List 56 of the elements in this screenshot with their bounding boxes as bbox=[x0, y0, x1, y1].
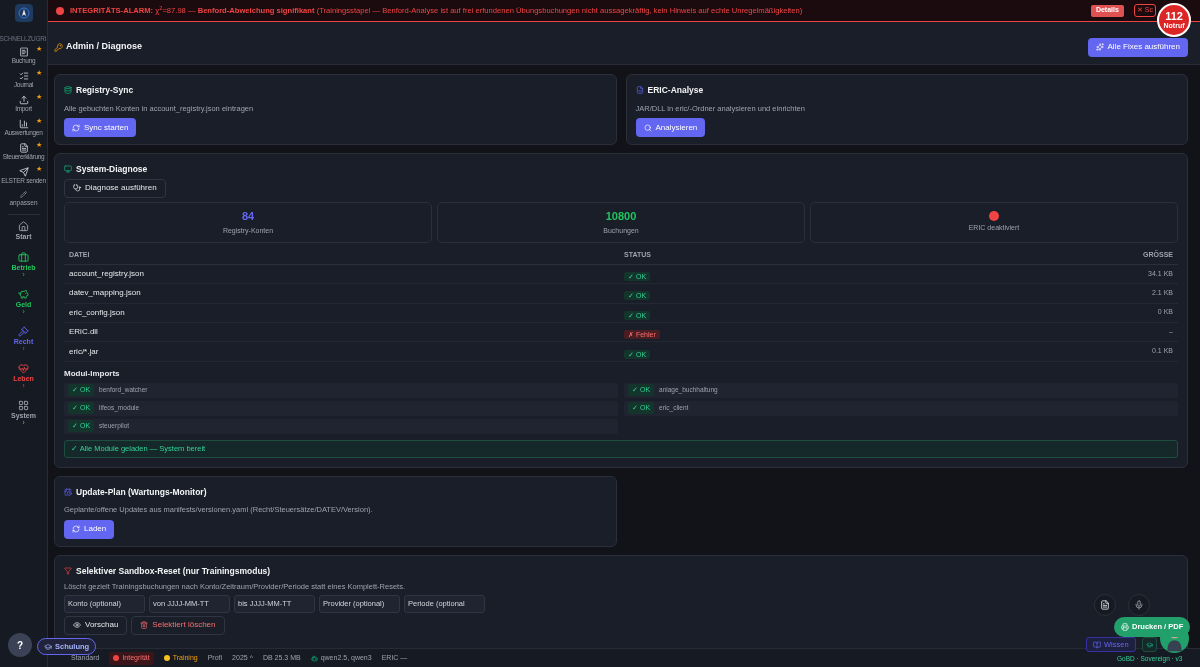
trash-icon bbox=[140, 621, 149, 630]
home-icon[interactable] bbox=[18, 220, 29, 232]
robot-icon bbox=[310, 654, 318, 662]
diagnose-button[interactable]: Diagnose ausführen bbox=[64, 178, 166, 198]
stat-value: 10800 bbox=[605, 208, 637, 224]
upload-icon[interactable] bbox=[18, 94, 29, 105]
book-icon bbox=[1093, 640, 1101, 649]
calendar-icon bbox=[64, 488, 72, 497]
card-title: Update-Plan (Wartungs-Monitor) bbox=[76, 485, 207, 499]
microphone-icon bbox=[1134, 600, 1144, 610]
section-title: Modul-Imports bbox=[64, 367, 121, 380]
key-icon bbox=[54, 42, 63, 52]
table-cell-text: account_registry.json bbox=[69, 267, 145, 280]
heart-icon[interactable] bbox=[18, 362, 29, 374]
sparkle-icon bbox=[1095, 43, 1104, 51]
document-icon bbox=[1100, 600, 1110, 610]
card-title: System-Diagnose bbox=[76, 163, 148, 176]
eye-icon bbox=[73, 621, 81, 630]
receipt-icon[interactable] bbox=[18, 46, 29, 57]
document-icon[interactable] bbox=[18, 142, 29, 153]
monitor-icon bbox=[64, 165, 72, 174]
search-icon bbox=[643, 123, 652, 132]
card-title: ERIC-Analyse bbox=[647, 84, 704, 97]
delete-button[interactable]: Selektiert löschen bbox=[131, 615, 225, 635]
checklist-icon[interactable] bbox=[18, 70, 29, 81]
printer-icon bbox=[1121, 623, 1129, 631]
piggy-bank-icon[interactable] bbox=[18, 288, 29, 300]
database-icon bbox=[64, 86, 72, 95]
tutor-button[interactable] bbox=[1142, 637, 1157, 652]
refresh-icon bbox=[72, 123, 80, 132]
briefcase-icon[interactable] bbox=[18, 251, 29, 263]
file-icon bbox=[635, 86, 644, 95]
bar-chart-icon[interactable] bbox=[18, 118, 29, 129]
table-cell-text: eric_config.json bbox=[69, 306, 126, 319]
stat-value: 84 bbox=[241, 208, 255, 224]
filter-icon bbox=[64, 567, 72, 576]
gavel-icon[interactable] bbox=[18, 325, 29, 337]
table-cell-text: ERiC.dll bbox=[69, 326, 99, 339]
graduation-cap-icon bbox=[1146, 640, 1153, 649]
grid-icon[interactable] bbox=[18, 399, 29, 411]
preview-button[interactable]: Vorschau bbox=[64, 615, 128, 635]
refresh-icon bbox=[72, 525, 80, 534]
run-all-button[interactable]: Alle Fixes ausführen bbox=[1087, 37, 1188, 57]
table-cell-text: eric/*.jar bbox=[69, 345, 100, 358]
logo-icon bbox=[14, 4, 33, 22]
graduation-cap-icon bbox=[44, 642, 52, 651]
send-icon[interactable] bbox=[18, 166, 29, 177]
load-button[interactable]: Laden bbox=[64, 519, 115, 539]
pencil-icon bbox=[20, 190, 27, 198]
stethoscope-icon bbox=[73, 184, 81, 193]
card-title: Selektiver Sandbox-Reset (nur Trainingsmodus) bbox=[76, 564, 271, 578]
table-cell-text: datev_mapping.json bbox=[69, 287, 142, 300]
action-button[interactable]: Analysieren bbox=[635, 118, 706, 137]
page-title: Admin / Diagnose bbox=[66, 40, 142, 54]
card-title: Registry-Sync bbox=[76, 84, 134, 97]
action-button[interactable]: Sync starten bbox=[64, 118, 137, 137]
